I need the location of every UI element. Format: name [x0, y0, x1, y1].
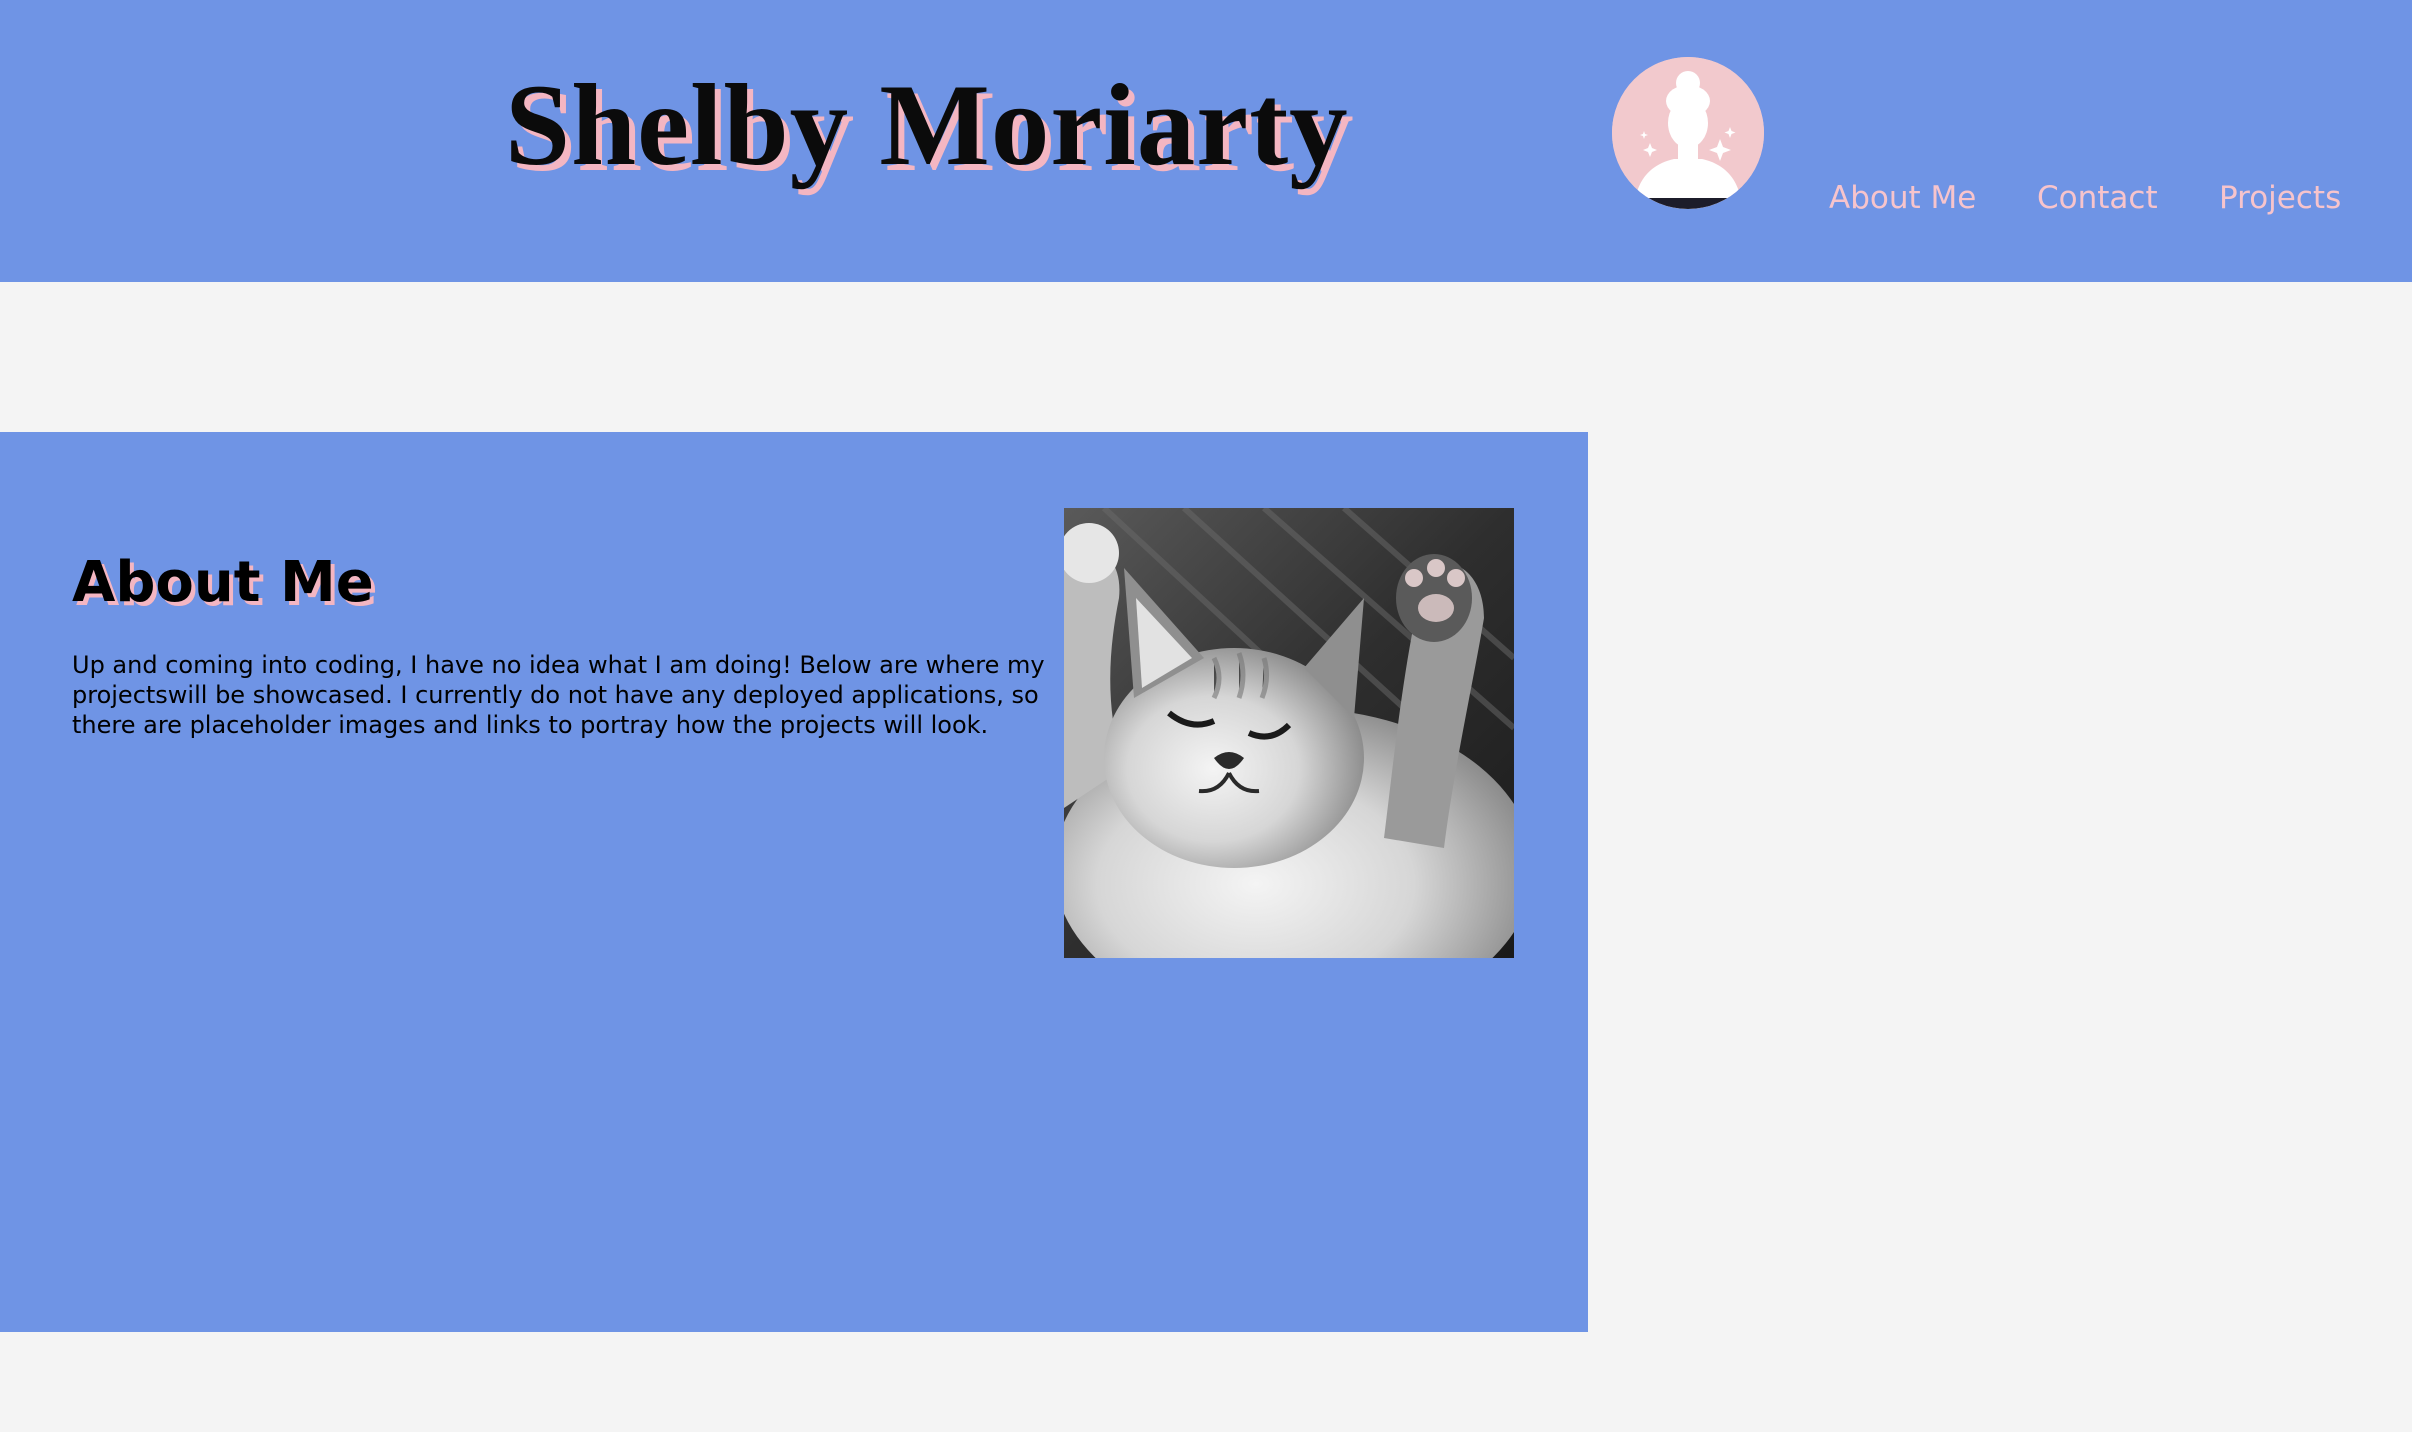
kitten-photo	[1064, 508, 1514, 958]
site-title: Shelby Moriarty	[505, 61, 1349, 190]
kitten-photo-image	[1064, 508, 1514, 958]
avatar	[1612, 57, 1764, 209]
woman-silhouette-avatar-icon	[1612, 57, 1764, 209]
nav-link-projects[interactable]: Projects	[2219, 175, 2341, 221]
nav-link-about-me[interactable]: About Me	[1829, 175, 1976, 221]
about-section: About Me Up and coming into coding, I ha…	[0, 432, 1588, 1332]
nav-link-contact[interactable]: Contact	[2037, 175, 2158, 221]
site-header: Shelby Moriarty About Me Contact Project…	[0, 0, 2412, 282]
about-heading: About Me	[72, 550, 374, 615]
about-text: Up and coming into coding, I have no ide…	[72, 651, 1045, 739]
